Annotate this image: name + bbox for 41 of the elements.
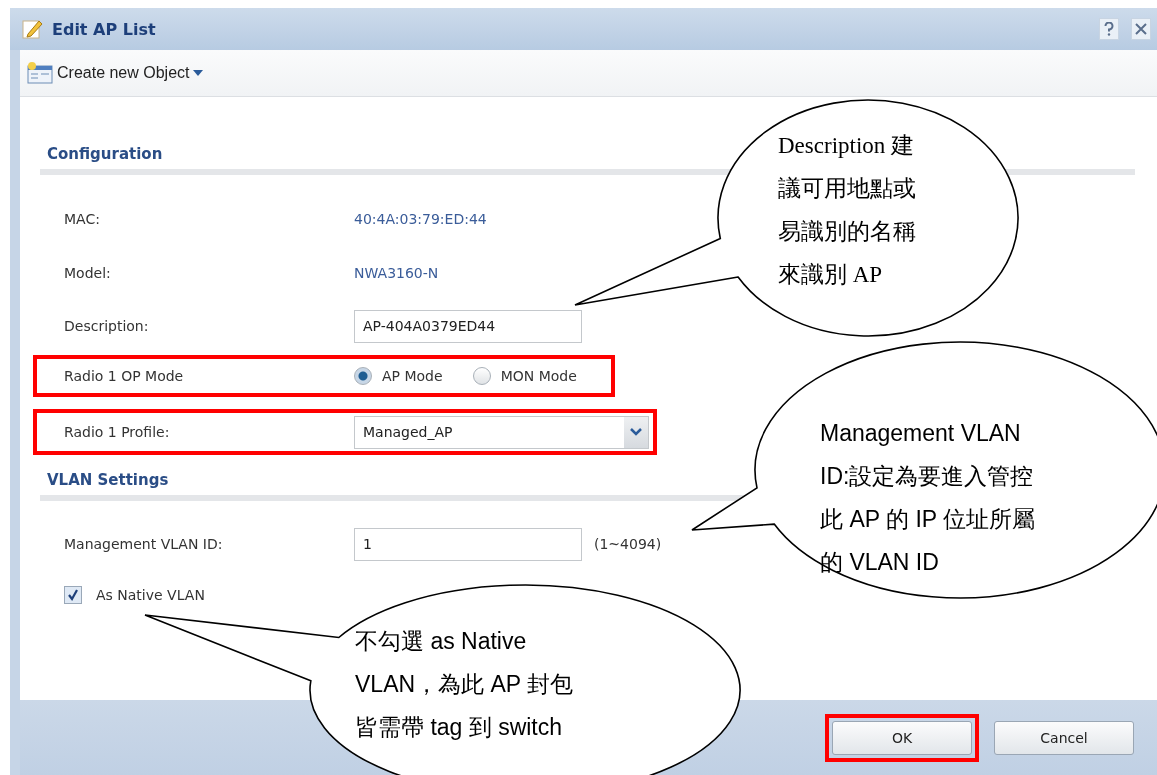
- help-icon: [1104, 22, 1114, 36]
- checkbox[interactable]: [64, 586, 82, 604]
- field-label: MAC:: [64, 211, 101, 227]
- range-hint: (1~4094): [594, 536, 662, 552]
- callout-text: VLAN，為此 AP 封包: [355, 670, 574, 699]
- ok-button[interactable]: OK: [832, 720, 972, 755]
- callout-text: 議可用地點或: [778, 175, 916, 203]
- checkbox-label: As Native VLAN: [96, 587, 205, 603]
- input-field[interactable]: 1: [354, 527, 582, 561]
- field-label: Model:: [64, 265, 112, 281]
- radio-option[interactable]: MON Mode: [472, 367, 577, 385]
- chevron-down-icon: [624, 416, 648, 448]
- section-title: Configuration: [46, 145, 163, 163]
- callout-text: 皆需帶 tag 到 switch: [355, 713, 563, 742]
- field-value: 40:4A:03:79:ED:44: [354, 211, 487, 227]
- dropdown[interactable]: Managed_AP: [354, 415, 649, 449]
- callout-text: ID:設定為要進入管控: [820, 462, 1034, 491]
- window-icon: [26, 61, 54, 85]
- callout-text: 此 AP 的 IP 位址所屬: [820, 505, 1036, 534]
- close-button[interactable]: [1131, 18, 1151, 40]
- create-object-menu[interactable]: Create new Object: [26, 61, 203, 85]
- pencil-icon: [22, 18, 44, 40]
- callout-text: 的 VLAN ID: [820, 548, 939, 577]
- field-label: Management VLAN ID:: [64, 536, 224, 552]
- callout-text: 易識別的名稱: [778, 218, 916, 246]
- callout-text: Description 建: [778, 132, 915, 160]
- field-label: Radio 1 OP Mode: [64, 368, 185, 384]
- close-icon: [1135, 23, 1147, 35]
- callout-text: 不勾選 as Native: [355, 627, 527, 656]
- radio-option[interactable]: AP Mode: [354, 367, 443, 385]
- callout-text: 來識別 AP: [778, 261, 883, 289]
- field-label: Radio 1 Profile:: [64, 424, 171, 440]
- window-title: Edit AP List: [52, 19, 157, 39]
- callout-text: Management VLAN: [820, 419, 1021, 448]
- caret-down-icon: [192, 70, 203, 76]
- field-value: NWA3160-N: [354, 265, 439, 281]
- field-label: Description:: [64, 318, 150, 334]
- help-button[interactable]: [1099, 18, 1119, 40]
- cancel-button[interactable]: Cancel: [994, 720, 1134, 755]
- section-title: VLAN Settings: [46, 471, 169, 489]
- input-field[interactable]: AP-404A0379ED44: [354, 309, 582, 343]
